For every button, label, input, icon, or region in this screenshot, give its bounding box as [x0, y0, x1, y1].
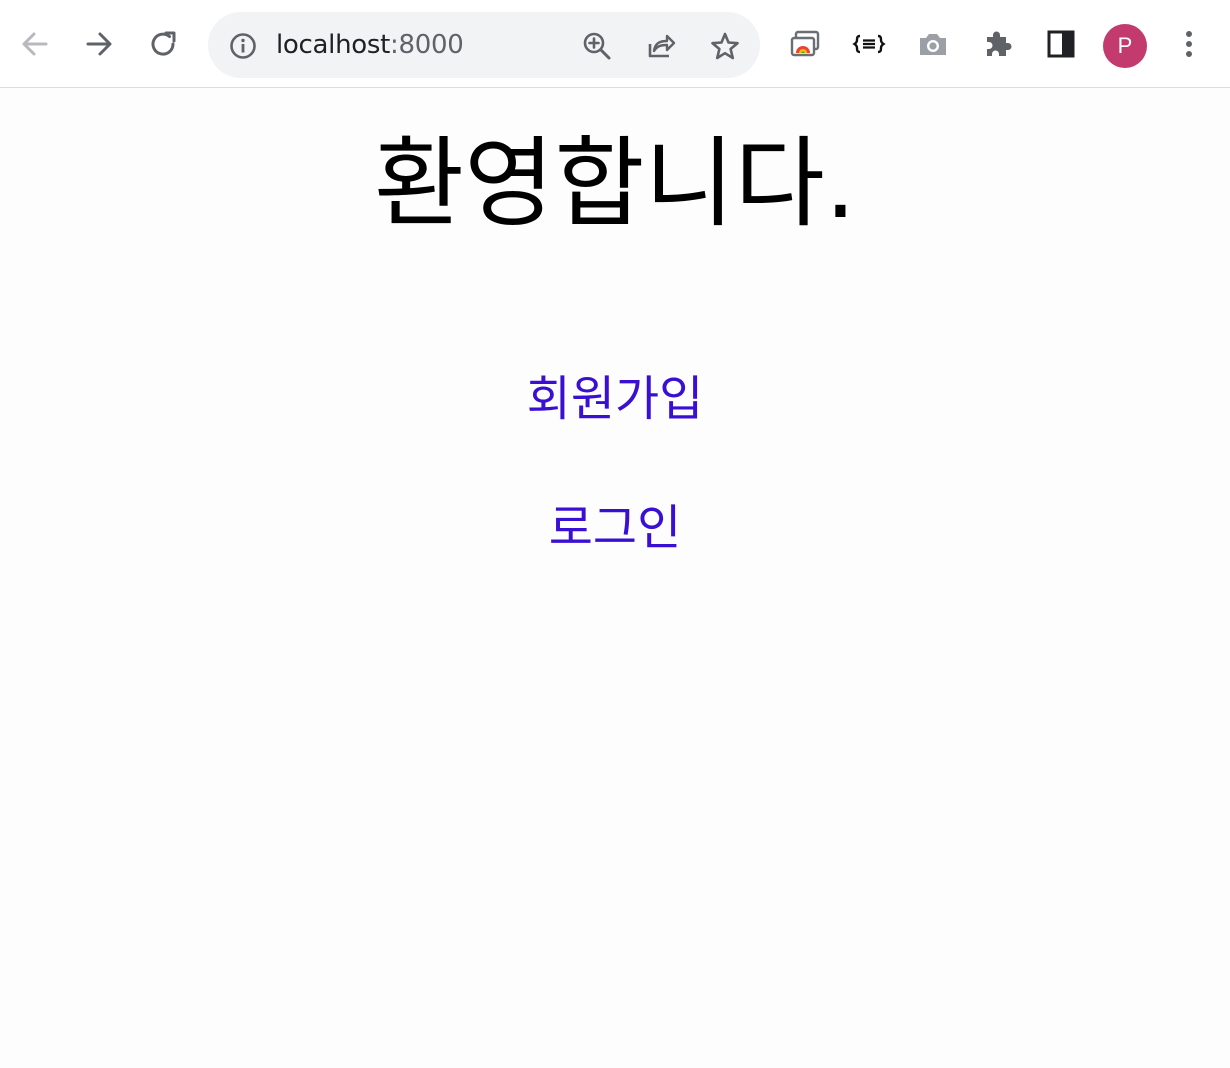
login-link-label[interactable]: 로그인: [549, 500, 681, 556]
side-panel-button[interactable]: [1037, 20, 1085, 68]
url-port: :8000: [390, 30, 464, 60]
signup-link-label[interactable]: 회원가입: [527, 371, 704, 427]
address-bar[interactable]: localhost:8000: [208, 12, 760, 78]
back-button[interactable]: [11, 20, 59, 68]
menu-button[interactable]: [1165, 20, 1213, 68]
profile-avatar[interactable]: P: [1103, 24, 1147, 68]
forward-button[interactable]: [75, 20, 123, 68]
arrow-right-icon: [86, 32, 112, 56]
url-host: localhost: [276, 30, 391, 60]
share-icon[interactable]: [645, 30, 677, 62]
puzzle-icon: [987, 31, 1012, 56]
browser-toolbar: localhost:8000 P: [0, 0, 1230, 88]
extension-json-button[interactable]: [845, 20, 893, 68]
side-panel-icon: [1047, 30, 1075, 58]
json-formatter-icon: [852, 34, 886, 54]
info-icon[interactable]: [228, 31, 258, 61]
extensions-button[interactable]: [973, 20, 1021, 68]
cast-window-icon: [790, 30, 820, 57]
more-vert-icon: [1186, 31, 1192, 57]
url-text[interactable]: localhost:8000: [276, 30, 464, 60]
reload-button[interactable]: [139, 20, 187, 68]
extension-camera-button[interactable]: [909, 20, 957, 68]
arrow-left-icon: [22, 32, 48, 56]
page-content: 환영합니다. 회원가입 로그인: [0, 89, 1230, 1068]
camera-icon: [920, 34, 946, 55]
page-title: 환영합니다.: [374, 127, 856, 241]
signup-link[interactable]: 회원가입: [0, 367, 1230, 431]
login-link[interactable]: 로그인: [0, 496, 1230, 560]
zoom-in-icon[interactable]: [581, 30, 613, 62]
reload-icon: [151, 31, 176, 56]
star-icon[interactable]: [709, 30, 741, 62]
extension-cast-button[interactable]: [781, 20, 829, 68]
